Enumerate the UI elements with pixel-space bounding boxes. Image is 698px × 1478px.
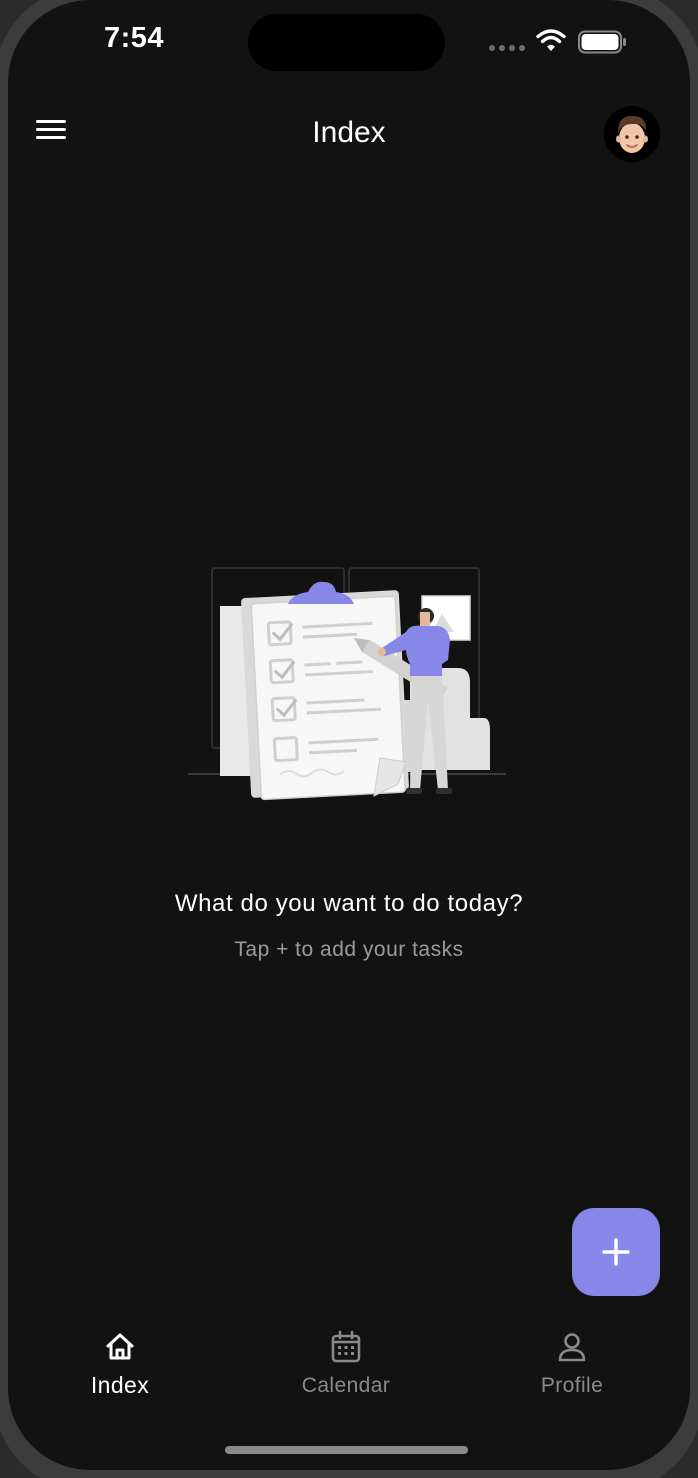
app-screen: 7:54 Index What do you want to do today?… — [8, 0, 690, 1470]
page-title: Index — [312, 116, 386, 149]
nav-item-profile[interactable]: Profile — [492, 1330, 652, 1398]
wifi-icon — [536, 29, 566, 51]
add-task-button[interactable] — [572, 1208, 660, 1296]
status-bar: 7:54 — [8, 0, 690, 84]
app-bar: Index — [8, 98, 690, 168]
checklist-clipboard-illustration — [188, 567, 506, 801]
nav-label-index: Index — [90, 1372, 150, 1398]
memoji-avatar-icon — [604, 106, 660, 162]
nav-item-index[interactable]: Index — [40, 1330, 200, 1399]
status-time: 7:54 — [104, 22, 165, 54]
avatar[interactable] — [604, 106, 660, 162]
home-icon — [106, 1333, 134, 1360]
signal-dots-icon — [489, 45, 525, 51]
battery-icon — [578, 30, 626, 54]
empty-state-heading: What do you want to do today? — [174, 890, 524, 917]
nav-item-calendar[interactable]: Calendar — [266, 1330, 426, 1398]
user-icon — [558, 1333, 586, 1362]
plus-icon — [602, 1238, 630, 1266]
home-indicator — [225, 1446, 468, 1454]
bottom-nav: Index Calendar Profile — [8, 1330, 690, 1410]
nav-label-profile: Profile — [540, 1374, 604, 1397]
calendar-icon — [331, 1330, 361, 1363]
dynamic-island — [248, 14, 445, 71]
nav-label-calendar: Calendar — [301, 1374, 391, 1397]
empty-state-subtext: Tap + to add your tasks — [234, 938, 464, 961]
